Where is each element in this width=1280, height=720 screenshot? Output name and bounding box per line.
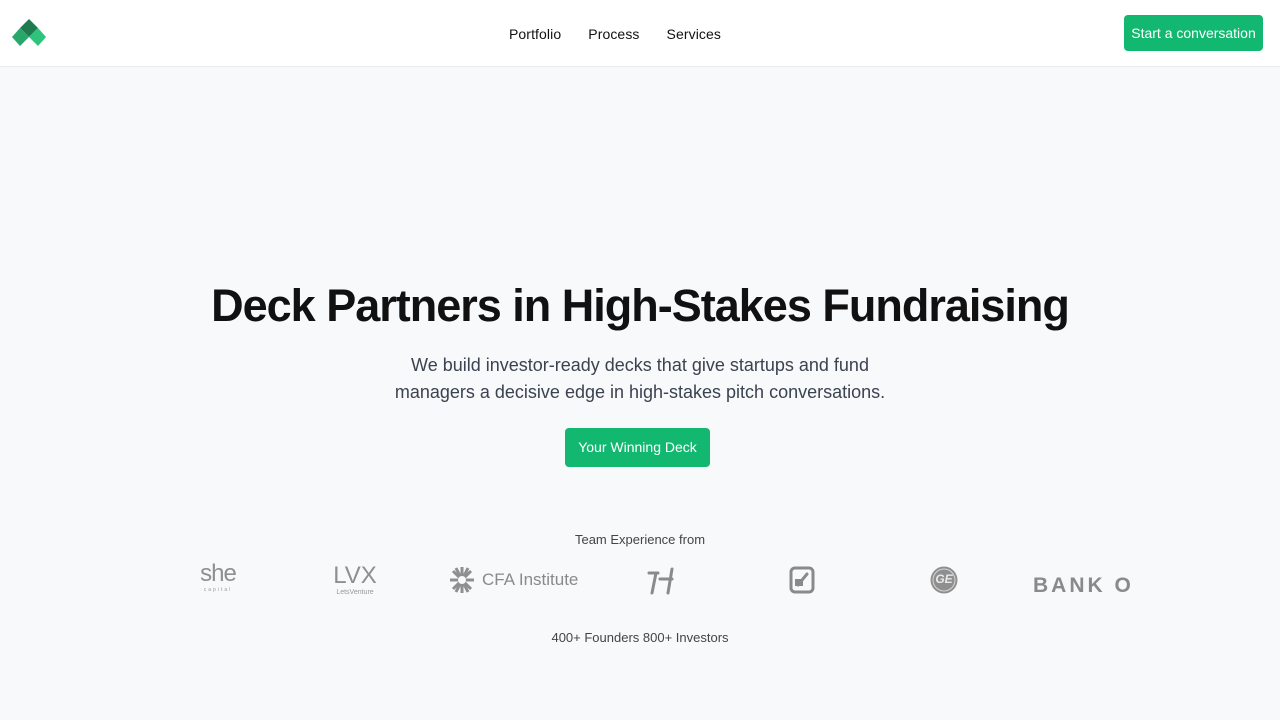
team-experience-label: Team Experience from	[574, 532, 706, 547]
she-capital-logo: she capital	[198, 562, 238, 598]
main-nav: Portfolio Process Services	[0, 24, 1280, 44]
bank-o-logo-text: BANK O	[1033, 574, 1134, 597]
founders-investors-stats: 400+ Founders 800+ Investors	[551, 630, 729, 645]
site-header: Portfolio Process Services Start a conve…	[0, 0, 1280, 67]
hero-subtitle: We build investor-ready decks that give …	[394, 355, 886, 402]
ge-logo-text: GE	[935, 572, 953, 586]
ge-logo-icon: GE	[929, 565, 959, 595]
bracket-logo-icon	[646, 564, 678, 596]
cfa-logo-text: CFA Institute	[482, 570, 579, 589]
she-logo-subtext: capital	[203, 587, 233, 593]
bank-o-logo: BANK O	[1033, 573, 1134, 599]
nav-portfolio[interactable]: Portfolio	[509, 24, 561, 44]
square-logo-icon	[789, 565, 817, 595]
cfa-emblem-icon	[450, 567, 474, 593]
start-conversation-button[interactable]: Start a conversation	[1124, 15, 1263, 51]
nav-process[interactable]: Process	[588, 24, 639, 44]
winning-deck-button[interactable]: Your Winning Deck	[565, 428, 710, 467]
lvx-logo: LVX LetsVenture	[332, 564, 378, 600]
cfa-institute-logo: CFA Institute	[448, 564, 578, 596]
lvx-logo-text: LVX	[333, 562, 377, 589]
hero-title: Deck Partners in High-Stakes Fundraising	[211, 280, 1070, 331]
she-logo-text: she	[200, 560, 237, 587]
nav-services[interactable]: Services	[667, 24, 721, 44]
lvx-logo-subtext: LetsVenture	[336, 589, 374, 596]
